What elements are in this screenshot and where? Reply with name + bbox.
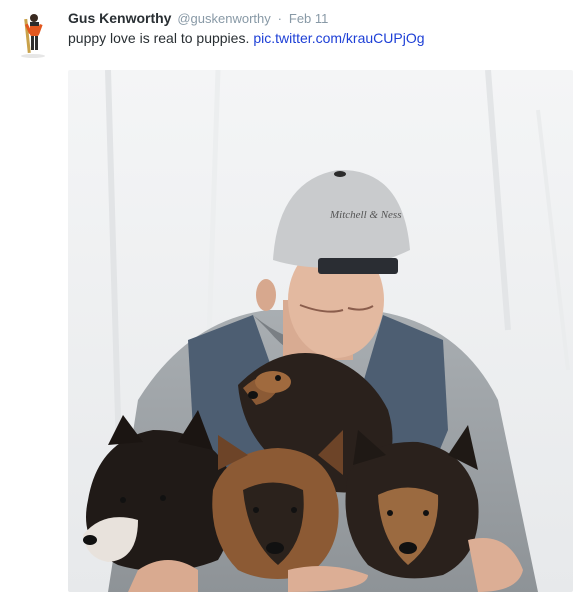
avatar[interactable] bbox=[12, 9, 54, 60]
author-name[interactable]: Gus Kenworthy bbox=[68, 10, 171, 26]
tweet-header: Gus Kenworthy @guskenworthy · Feb 11 bbox=[68, 9, 328, 28]
tweet-timestamp[interactable]: Feb 11 bbox=[289, 11, 329, 26]
tweet-text: puppy love is real to puppies. pic.twitte… bbox=[68, 29, 425, 47]
tweet-photo[interactable]: Mitchell & Ness bbox=[68, 70, 573, 592]
tweet: Gus Kenworthy @guskenworthy · Feb 11 pup… bbox=[0, 0, 577, 594]
tweet-body: puppy love is real to puppies. bbox=[68, 30, 250, 46]
separator: · bbox=[277, 11, 282, 26]
photo-image: Mitchell & Ness bbox=[68, 70, 573, 592]
svg-text:Mitchell & Ness: Mitchell & Ness bbox=[329, 209, 402, 221]
author-handle[interactable]: @guskenworthy bbox=[177, 11, 270, 26]
user-avatar-icon bbox=[12, 9, 54, 60]
photo-link[interactable]: pic.twitter.com/krauCUPjOg bbox=[253, 30, 424, 46]
